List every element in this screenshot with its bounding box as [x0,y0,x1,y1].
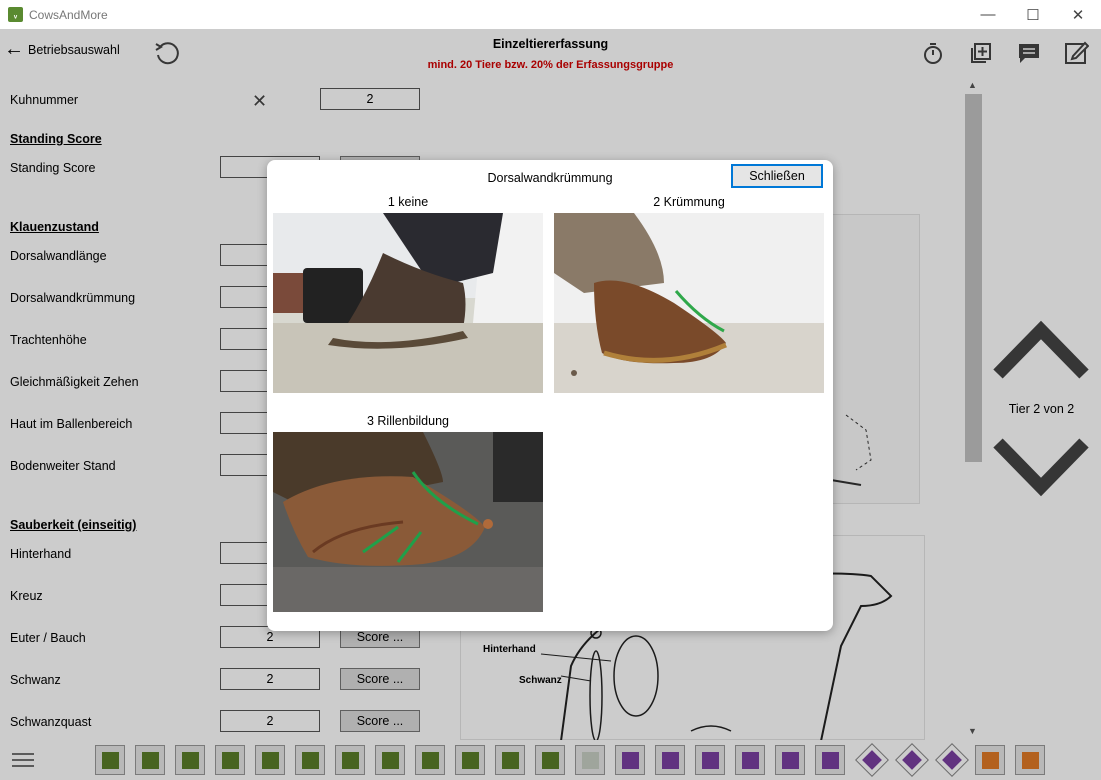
close-icon: ✕ [1071,6,1085,24]
app-logo-icon: ᵥ [8,7,23,22]
title-bar: ᵥ CowsAndMore — ☐ ✕ [0,0,1101,29]
option-2-image[interactable] [554,213,824,393]
maximize-icon: ☐ [1026,6,1040,24]
option-caption: 3 Rillenbildung [366,414,449,428]
minimize-icon: — [980,6,996,23]
close-window-button[interactable]: ✕ [1055,0,1101,29]
app-window: ᵥ CowsAndMore — ☐ ✕ ← Betriebsauswahl Ei… [0,0,1101,780]
reference-dialog: Dorsalwandkrümmung Schließen 1 keine 2 K… [267,160,833,631]
option-3-image[interactable] [273,432,543,612]
maximize-button[interactable]: ☐ [1010,0,1056,29]
close-dialog-button[interactable]: Schließen [731,164,823,188]
option-caption: 1 keine [387,195,429,209]
option-1-image[interactable] [273,213,543,393]
minimize-button[interactable]: — [965,0,1011,29]
app-title: CowsAndMore [29,7,108,22]
option-caption: 2 Krümmung [653,195,725,209]
